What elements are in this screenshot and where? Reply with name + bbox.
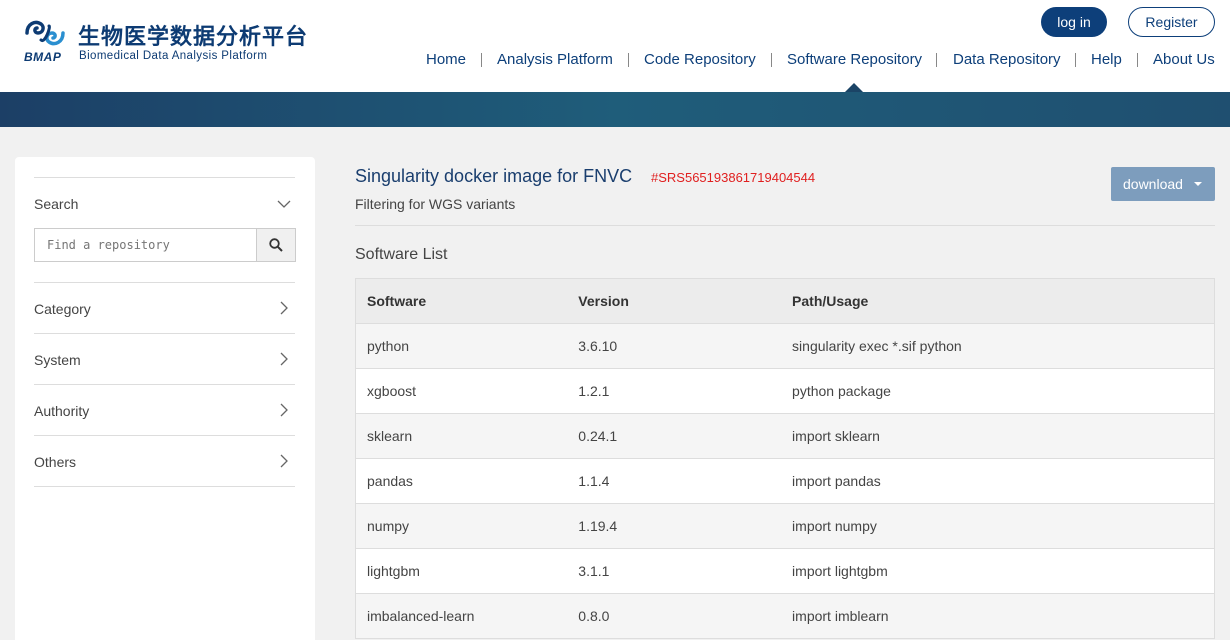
sidebar-divider <box>34 177 295 178</box>
page-subtitle: Filtering for WGS variants <box>355 196 516 212</box>
page-banner <box>0 92 1230 127</box>
sidebar-divider <box>34 282 295 283</box>
chevron-right-icon[interactable] <box>276 453 292 469</box>
software-version: 1.19.4 <box>567 503 782 549</box>
table-row: numpy 1.19.4 import numpy <box>355 503 1215 549</box>
search-input[interactable] <box>35 229 256 261</box>
register-button[interactable]: Register <box>1128 7 1215 37</box>
software-usage: python package <box>781 368 1215 414</box>
table-header-row: Software Version Path/Usage <box>355 278 1215 324</box>
active-nav-indicator <box>845 83 863 92</box>
main-content: Singularity docker image for FNVC #SRS56… <box>355 157 1215 640</box>
software-name: lightgbm <box>355 548 568 594</box>
software-name: python <box>355 323 568 369</box>
table-row: sklearn 0.24.1 import sklearn <box>355 413 1215 459</box>
login-button[interactable]: log in <box>1041 7 1107 37</box>
table-row: python 3.6.10 singularity exec *.sif pyt… <box>355 323 1215 369</box>
chevron-down-icon[interactable] <box>276 196 292 212</box>
nav-divider <box>481 53 482 67</box>
software-table: Software Version Path/Usage python 3.6.1… <box>355 278 1215 639</box>
software-usage: import imblearn <box>781 593 1215 639</box>
logo-chinese-title: 生物医学数据分析平台 <box>78 24 309 50</box>
search-box <box>34 228 296 262</box>
software-usage: singularity exec *.sif python <box>781 323 1215 369</box>
software-version: 0.24.1 <box>567 413 782 459</box>
software-usage: import lightgbm <box>781 548 1215 594</box>
filter-system[interactable]: System <box>34 352 81 368</box>
repository-id: #SRS565193861719404544 <box>651 170 816 185</box>
nav-divider <box>628 53 629 67</box>
chevron-right-icon[interactable] <box>276 300 292 316</box>
table-row: imbalanced-learn 0.8.0 import imblearn <box>355 593 1215 639</box>
nav-code-repository[interactable]: Code Repository <box>644 51 756 69</box>
site-header: 生物医学数据分析平台 BMAP Biomedical Data Analysis… <box>0 0 1230 92</box>
software-version: 0.8.0 <box>567 593 782 639</box>
download-label: download <box>1123 176 1183 192</box>
sidebar-divider <box>34 384 295 385</box>
software-name: xgboost <box>355 368 568 414</box>
software-version: 1.2.1 <box>567 368 782 414</box>
nav-about-us[interactable]: About Us <box>1153 51 1215 69</box>
search-icon <box>269 238 283 252</box>
nav-divider <box>1137 53 1138 67</box>
software-list-heading: Software List <box>355 246 448 263</box>
software-name: numpy <box>355 503 568 549</box>
filter-category[interactable]: Category <box>34 301 91 317</box>
sidebar-divider <box>34 486 295 487</box>
table-row: pandas 1.1.4 import pandas <box>355 458 1215 504</box>
caret-down-icon <box>1194 182 1202 186</box>
column-header: Version <box>567 278 782 324</box>
column-header: Path/Usage <box>781 278 1215 324</box>
chevron-right-icon[interactable] <box>276 402 292 418</box>
chevron-right-icon[interactable] <box>276 351 292 367</box>
sidebar-divider <box>34 333 295 334</box>
main-nav: Home Analysis Platform Code Repository S… <box>0 51 1230 71</box>
column-header: Software <box>355 278 568 324</box>
filter-authority[interactable]: Authority <box>34 403 89 419</box>
nav-data-repository[interactable]: Data Repository <box>953 51 1061 69</box>
search-button[interactable] <box>256 228 296 262</box>
software-version: 1.1.4 <box>567 458 782 504</box>
nav-home[interactable]: Home <box>426 51 466 69</box>
search-section-label: Search <box>34 196 79 212</box>
software-usage: import numpy <box>781 503 1215 549</box>
software-version: 3.1.1 <box>567 548 782 594</box>
nav-software-repository[interactable]: Software Repository <box>787 51 922 69</box>
software-version: 3.6.10 <box>567 323 782 369</box>
software-name: imbalanced-learn <box>355 593 568 639</box>
bmap-logo-icon <box>25 20 65 46</box>
table-row: lightgbm 3.1.1 import lightgbm <box>355 548 1215 594</box>
nav-divider <box>1075 53 1076 67</box>
nav-help[interactable]: Help <box>1091 51 1122 69</box>
download-button[interactable]: download <box>1111 167 1215 201</box>
software-name: sklearn <box>355 413 568 459</box>
section-divider <box>355 225 1215 226</box>
filter-sidebar: Search Category System Authority Others <box>15 157 315 640</box>
table-row: xgboost 1.2.1 python package <box>355 368 1215 414</box>
filter-others[interactable]: Others <box>34 454 76 470</box>
software-name: pandas <box>355 458 568 504</box>
nav-divider <box>936 53 937 67</box>
nav-divider <box>771 53 772 67</box>
sidebar-divider <box>34 435 295 436</box>
software-usage: import sklearn <box>781 413 1215 459</box>
page-title: Singularity docker image for FNVC <box>355 166 633 186</box>
software-usage: import pandas <box>781 458 1215 504</box>
nav-analysis-platform[interactable]: Analysis Platform <box>497 51 613 69</box>
